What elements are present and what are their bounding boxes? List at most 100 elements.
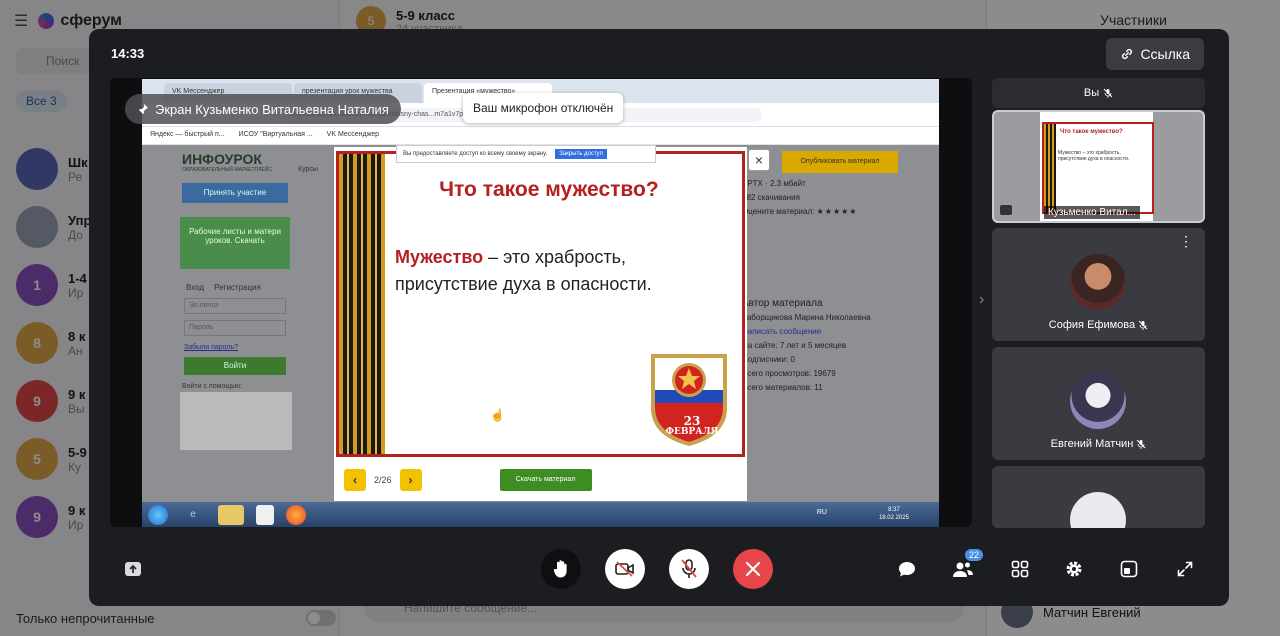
chevron-right-icon[interactable]: › — [979, 291, 984, 309]
mic-off-icon — [1138, 320, 1148, 331]
self-label: Вы — [1083, 87, 1100, 99]
register-tab: Регистрация — [214, 283, 261, 292]
camera-off-icon — [615, 561, 634, 577]
raise-hand-button[interactable] — [541, 549, 581, 589]
tile-screen-share[interactable]: Что такое мужество? Мужество – это храбр… — [992, 110, 1205, 223]
share-screen-icon[interactable] — [119, 555, 147, 583]
call-timer: 14:33 — [111, 46, 145, 61]
copy-link-button[interactable]: Ссылка — [1106, 38, 1204, 70]
emblem-month: ФЕВРАЛЯ — [665, 427, 719, 437]
author-label: Автор материала — [742, 298, 823, 309]
mini-page-right — [1153, 112, 1203, 221]
site-sidebar: ИНФОУРОК ОБРАЗОВАТЕЛЬНЫЙ МАРКЕТПЛЕЙС При… — [178, 151, 292, 491]
participants-icon[interactable]: 22 — [949, 549, 983, 583]
chat-bubble-icon[interactable] — [893, 555, 921, 583]
participants-count-badge: 22 — [964, 549, 983, 561]
mic-off-icon — [1103, 88, 1113, 98]
pinned-screen-name: Экран Кузьменко Витальевна Наталия — [155, 101, 389, 117]
prev-slide-button: ‹ — [344, 469, 366, 491]
call-window: 14:33 Ссылка Экран Кузьменко Витальевна … — [89, 29, 1229, 606]
green-banner: Рабочие листы и матери уроков. Скачать — [180, 217, 290, 269]
material-info: PPTX · 2.3 мбайт 482 скачивания Оцените … — [742, 151, 932, 395]
default-avatar-icon — [1070, 492, 1126, 528]
windows-taskbar: e RU 8:37 18.02.2025 — [142, 502, 939, 527]
publish-material-button: Опубликовать материал — [782, 151, 898, 173]
microphone-toggle-button[interactable] — [669, 549, 709, 589]
login-tabs: Вход Регистрация — [186, 283, 284, 292]
link-icon — [1122, 48, 1133, 60]
presentation-slide: Что такое мужество? Мужество – это храбр… — [336, 151, 745, 457]
more-vertical-icon[interactable]: ⋮ — [1179, 234, 1193, 248]
rating-stars: ★★★★★ — [816, 207, 858, 216]
tile-participant[interactable] — [992, 466, 1205, 528]
bookmark: ИСОУ "Виртуальная ... — [238, 131, 313, 138]
ad-placeholder — [180, 392, 292, 450]
grid-layout-icon[interactable] — [1006, 555, 1034, 583]
mouse-cursor-icon: ☝ — [490, 408, 505, 422]
slide-keyword: Мужество — [395, 247, 484, 267]
slide-body: Мужество – это храбрость, присутствие ду… — [395, 244, 715, 298]
camera-toggle-button[interactable] — [605, 549, 645, 589]
start-icon — [148, 504, 168, 525]
participant-name-text: София Ефимова — [1048, 319, 1136, 331]
site-brand: ИНФОУРОК — [182, 151, 262, 167]
main-stage[interactable]: Экран Кузьменко Витальевна Наталия Ваш м… — [110, 78, 972, 527]
downloads-count: 482 скачивания — [742, 193, 800, 202]
mini-slide: Что такое мужество? Мужество – это храбр… — [1042, 122, 1154, 214]
materials-count: Всего материалов: 11 — [742, 383, 823, 392]
mic-off-icon — [681, 559, 697, 578]
fullscreen-icon[interactable] — [1171, 555, 1199, 583]
login-tab: Вход — [186, 283, 205, 292]
screen-owner-name: Кузьменко Витал... — [1044, 206, 1140, 219]
picture-in-picture-icon[interactable] — [1115, 555, 1143, 583]
on-site-duration: На сайте: 7 лет и 5 месяцев — [742, 341, 847, 350]
download-material-button: Скачать материал — [499, 469, 592, 491]
write-message-link: Написать сообщение — [742, 327, 822, 336]
tile-self[interactable]: Вы — [992, 78, 1205, 108]
tray-language: RU — [816, 509, 827, 516]
close-icon — [745, 561, 761, 577]
password-field: Пароль — [184, 320, 286, 336]
participant-avatar — [1070, 254, 1126, 310]
pin-icon — [138, 104, 148, 115]
participant-name-text: Евгений Матчин — [1050, 438, 1134, 450]
st-george-ribbon — [339, 154, 385, 454]
author-name: Заборщикова Марина Николаевна — [742, 313, 871, 322]
site-brand-sub: ОБРАЗОВАТЕЛЬНЫЙ МАРКЕТПЛЕЙС — [182, 167, 272, 173]
slide-viewer: Что такое мужество? Мужество – это храбр… — [334, 147, 747, 501]
tray-time: 8:37 — [888, 507, 900, 513]
take-part-button: Принять участие — [182, 183, 288, 203]
mini-slide-title: Что такое мужество? — [1060, 129, 1123, 135]
stop-sharing-button: Закрыть доступ — [555, 149, 607, 159]
courses-label: Курсы — [298, 166, 318, 173]
participant-name: София Ефимова — [992, 319, 1205, 331]
gear-icon[interactable] — [1060, 555, 1088, 583]
email-field: Эл.почта — [184, 298, 286, 314]
tile-participant[interactable]: Евгений Матчин — [992, 347, 1205, 460]
rate-label: Оцените материал: — [742, 207, 815, 216]
pinned-screen-label[interactable]: Экран Кузьменко Витальевна Наталия — [125, 94, 401, 124]
mini-slide-body: Мужество – это храбрость, присутствие ду… — [1058, 150, 1130, 162]
bookmark: Яндекс — быстрый п... — [150, 131, 225, 138]
emblem-date: 23 — [683, 414, 701, 428]
tile-participant[interactable]: ⋮ София Ефимова — [992, 228, 1205, 341]
mic-off-icon — [1136, 439, 1146, 450]
participant-name: Евгений Матчин — [992, 438, 1205, 450]
screen-share-icon — [1000, 205, 1012, 215]
copy-link-label: Ссылка — [1140, 46, 1190, 62]
slide-title: Что такое мужество? — [439, 178, 659, 201]
firefox-icon — [286, 504, 306, 525]
mic-off-tooltip: Ваш микрофон отключён — [463, 93, 624, 123]
folder-icon — [218, 504, 244, 525]
tray-clock: 8:37 18.02.2025 — [879, 506, 909, 522]
forgot-password-link: Забыли пароль? — [184, 344, 239, 351]
end-call-button[interactable] — [733, 549, 773, 589]
views-count: Всего просмотров: 19679 — [742, 369, 836, 378]
slide-counter: 2/26 — [374, 475, 392, 485]
file-size: PPTX · 2.3 мбайт — [742, 179, 806, 188]
browser-bookmarks: Яндекс — быстрый п... ИСОУ "Виртуальная … — [142, 127, 939, 145]
login-button: Войти — [184, 357, 286, 375]
next-slide-button: › — [399, 469, 422, 491]
shared-screen: VK Мессенджер презентация урок мужества … — [142, 79, 939, 527]
slide-close-icon: × — [748, 149, 770, 171]
